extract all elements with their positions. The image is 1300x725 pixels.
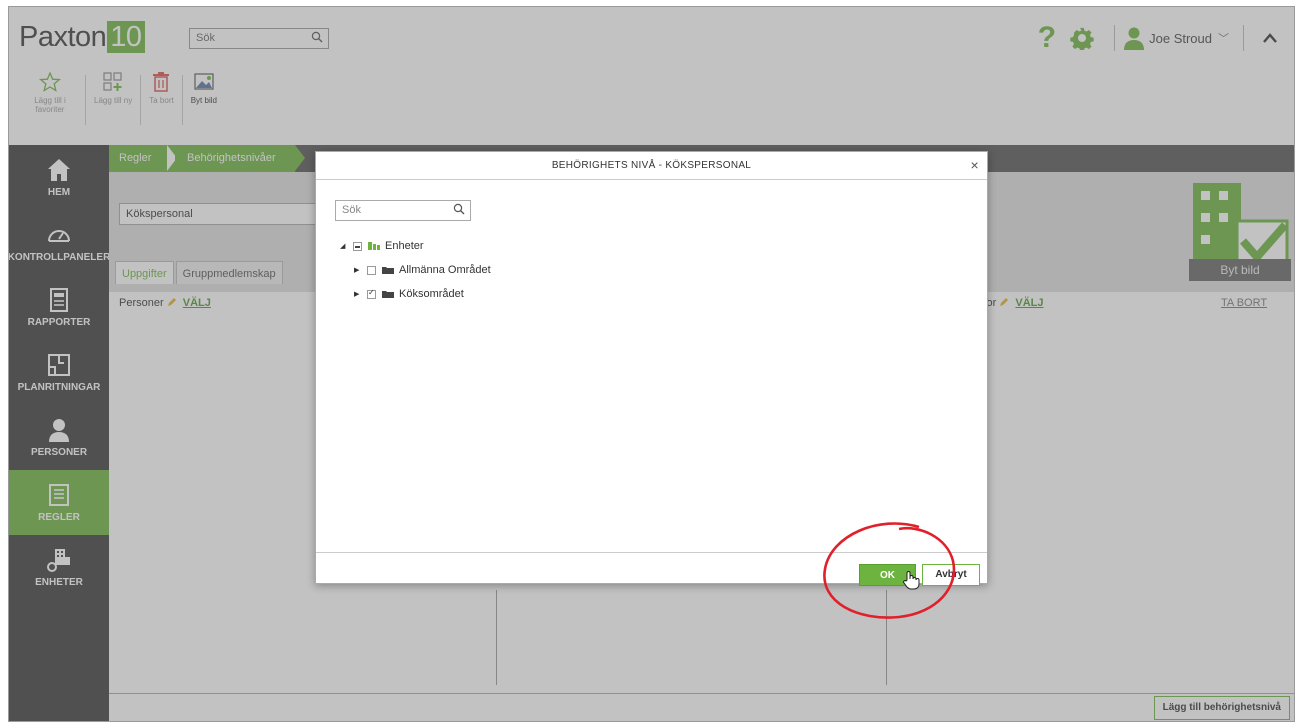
tree-node-root: ◢ Enheter [340, 234, 491, 258]
dialog-search-placeholder: Sök [342, 204, 361, 216]
triangle-right-icon[interactable]: ▶ [354, 266, 364, 274]
tree-node-general-area: ▶ Allmänna Området [340, 258, 491, 282]
annotation-circle [823, 522, 956, 619]
triangle-down-icon[interactable]: ◢ [340, 242, 350, 250]
tree-checkbox-kitchen-area[interactable] [367, 288, 376, 299]
tree-node-kitchen-area: ▶ Köksområdet [340, 282, 491, 306]
tree-label-root: Enheter [385, 240, 424, 252]
dialog-search-input[interactable]: Sök [335, 200, 471, 221]
devices-icon [368, 242, 380, 250]
search-icon [453, 203, 465, 215]
tree-label-general-area: Allmänna Området [399, 264, 491, 276]
dialog-header: BEHÖRIGHETS NIVÅ - KÖKSPERSONAL × [316, 152, 987, 180]
device-tree: ◢ Enheter ▶ Allmänna Området ▶ Köksområd… [340, 234, 491, 306]
tree-label-kitchen-area: Köksområdet [399, 288, 464, 300]
folder-icon [382, 291, 394, 298]
tree-checkbox-general-area[interactable] [367, 265, 376, 275]
app-frame: Paxton 10 Sök ? Joe Stroud ﹀ Lägg till i … [8, 6, 1295, 722]
app: Paxton 10 Sök ? Joe Stroud ﹀ Lägg till i … [9, 7, 1294, 721]
dialog-title: BEHÖRIGHETS NIVÅ - KÖKSPERSONAL [551, 160, 752, 171]
triangle-right-icon[interactable]: ▶ [354, 290, 364, 298]
folder-icon [382, 267, 394, 274]
tree-checkbox-root[interactable] [353, 241, 362, 251]
close-icon[interactable]: × [971, 152, 979, 178]
